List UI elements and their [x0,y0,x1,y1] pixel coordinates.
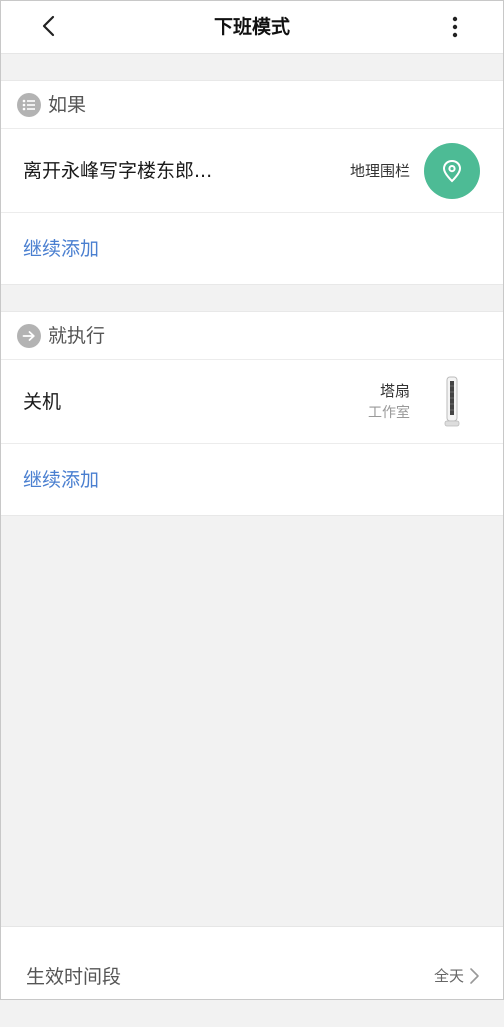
action-add-button[interactable]: 继续添加 [23,444,99,516]
chevron-right-icon [470,968,479,984]
condition-type-label: 地理围栏 [349,162,410,180]
condition-add-row[interactable]: 继续添加 [0,213,504,285]
condition-section-title: 如果 [48,94,87,116]
action-item[interactable]: 关机 塔扇 工作室 [0,360,504,444]
device-info: 塔扇 工作室 [368,380,410,424]
condition-item[interactable]: 离开永峰写字楼东郎... 地理围栏 [0,129,504,213]
condition-add-button[interactable]: 继续添加 [23,213,99,285]
effective-time-row[interactable]: 生效时间段 全天 [0,926,504,1000]
effective-time-label: 生效时间段 [26,966,122,988]
action-section: 就执行 关机 塔扇 工作室 继续添加 [0,311,504,516]
device-name: 塔扇 [379,382,410,400]
more-button[interactable] [440,12,470,42]
list-icon [17,93,41,117]
location-pin-icon [442,159,462,183]
geofence-button[interactable] [424,143,480,199]
action-section-title: 就执行 [48,325,106,347]
top-bar: 下班模式 [0,0,504,54]
condition-item-label: 离开永峰写字楼东郎... [23,160,213,182]
action-section-header: 就执行 [0,312,504,360]
tower-fan-icon [444,376,460,427]
action-item-label: 关机 [23,391,62,413]
effective-time-value: 全天 [433,967,464,985]
device-room: 工作室 [368,405,410,421]
page-title: 下班模式 [213,16,290,38]
action-add-row[interactable]: 继续添加 [0,444,504,516]
more-vertical-icon [452,16,458,38]
condition-section-header: 如果 [0,81,504,129]
condition-section: 如果 离开永峰写字楼东郎... 地理围栏 继续添加 [0,80,504,285]
arrow-right-icon [17,324,41,348]
